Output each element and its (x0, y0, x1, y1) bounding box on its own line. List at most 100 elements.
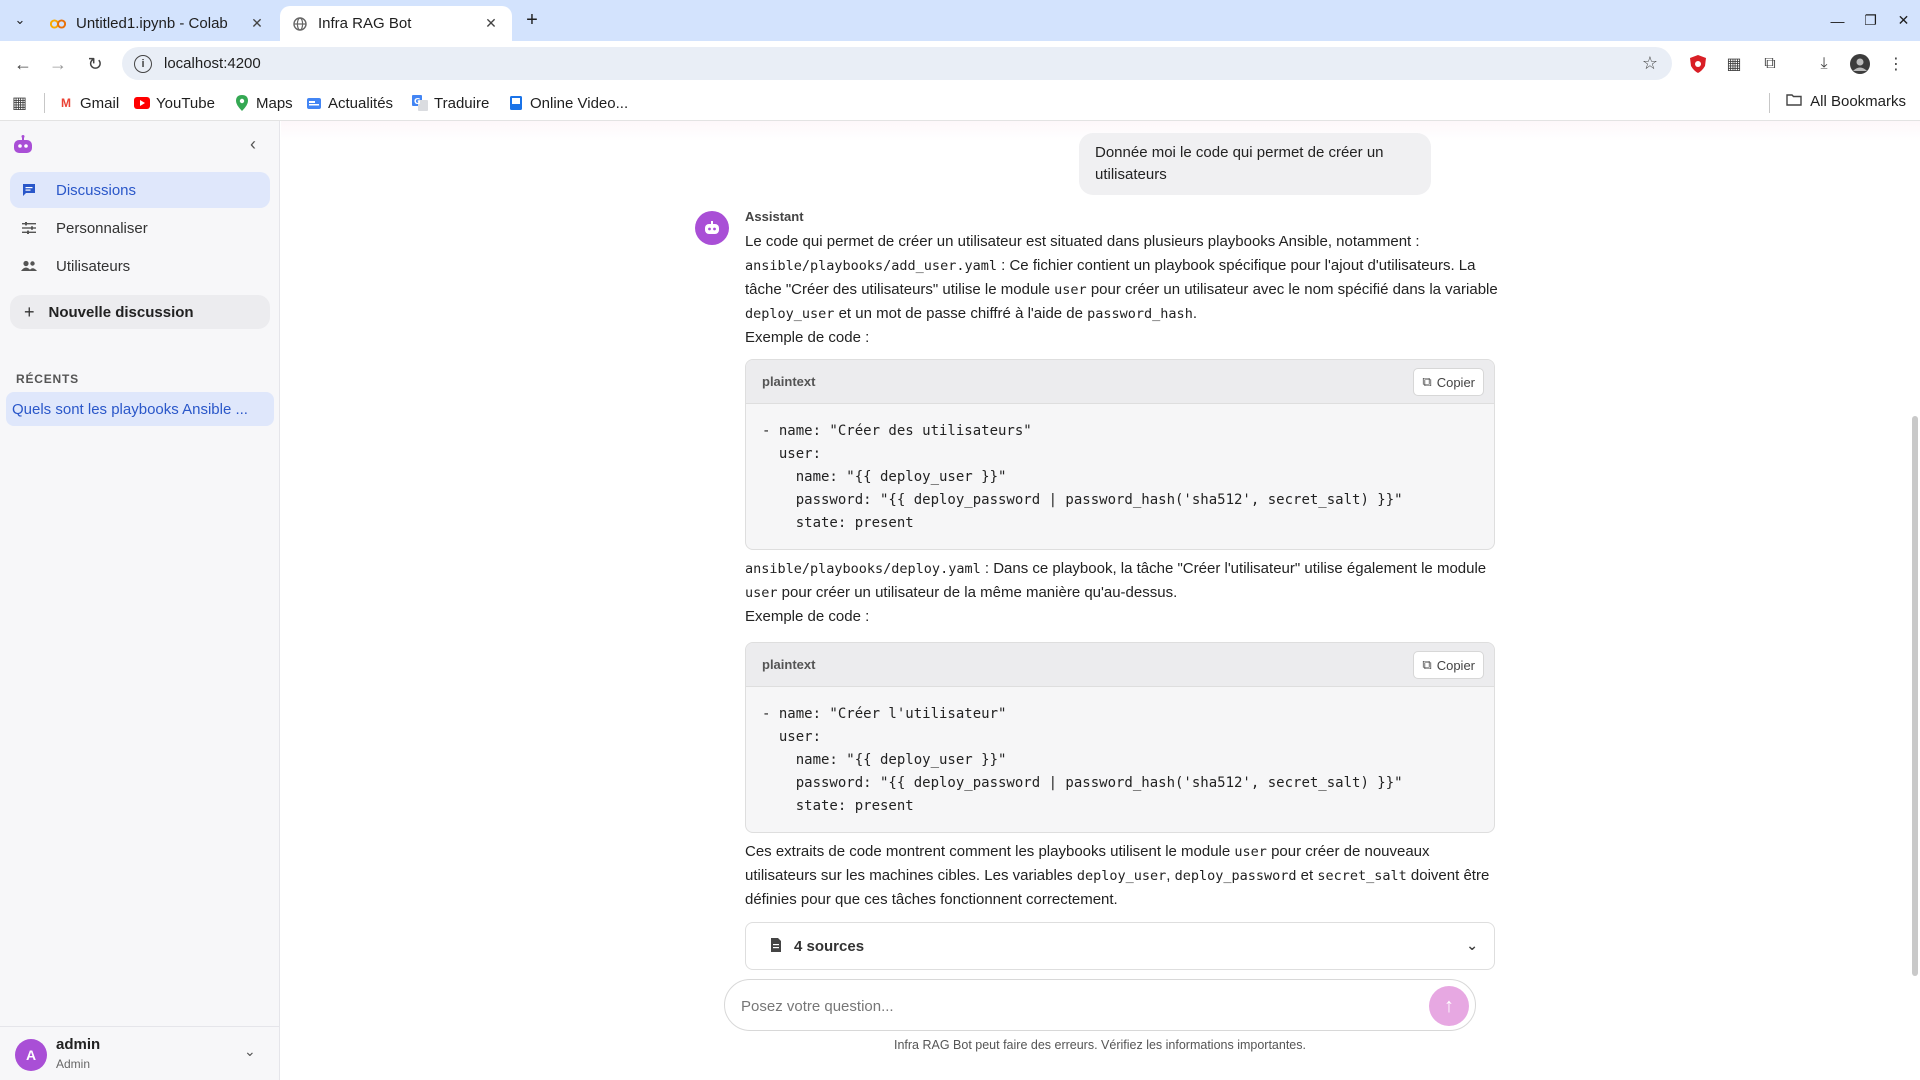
extensions-puzzle-icon[interactable]: ⧉ (1758, 52, 1782, 76)
disclaimer-text: Infra RAG Bot peut faire des erreurs. Vé… (894, 1038, 1306, 1052)
forward-arrow-icon[interactable]: → (45, 51, 71, 77)
sidebar-item-personnaliser[interactable]: Personnaliser (10, 210, 270, 246)
sources-label: 4 sources (794, 937, 865, 955)
paragraph-text: Ces extraits de code montrent comment le… (745, 843, 1490, 908)
chevron-down-icon[interactable]: ⌄ (244, 1043, 256, 1060)
address-bar[interactable]: i localhost:4200 ☆ (122, 47, 1672, 80)
assistant-label: Assistant (745, 209, 804, 224)
recent-conversation-item[interactable]: Quels sont les playbooks Ansible ... (6, 392, 274, 426)
paragraph-text: ansible/playbooks/deploy.yaml : Dans ce … (745, 560, 1487, 601)
kebab-menu-icon[interactable]: ⋮ (1884, 52, 1908, 76)
sources-toggle[interactable]: 4 sources ⌄ (745, 922, 1495, 970)
browser-tab-colab[interactable]: Untitled1.ipynb - Colab ✕ (38, 6, 278, 41)
globe-favicon-icon (292, 16, 308, 32)
colab-favicon-icon (50, 16, 66, 32)
bot-icon (705, 221, 719, 234)
profile-avatar-icon[interactable] (1848, 52, 1872, 76)
bookmark-maps[interactable]: Maps (234, 93, 293, 113)
users-icon (16, 260, 42, 272)
collapse-sidebar-chevron-icon[interactable]: ‹ (242, 133, 264, 155)
sidebar-item-discussions[interactable]: Discussions (10, 172, 270, 208)
sidebar-item-label: Utilisateurs (56, 257, 131, 275)
video-converter-icon (508, 95, 524, 111)
new-discussion-button[interactable]: + Nouvelle discussion (10, 295, 270, 329)
paragraph-text: ansible/playbooks/add_user.yaml : Ce fic… (745, 257, 1498, 322)
reload-icon[interactable]: ↻ (82, 51, 108, 77)
inline-code: user (745, 585, 778, 601)
maps-pin-icon (234, 95, 250, 111)
code-content: - name: "Créer l'utilisateur" user: name… (762, 706, 1403, 814)
site-info-icon[interactable]: i (134, 54, 152, 73)
message-composer: ↑ (724, 979, 1476, 1031)
download-icon[interactable]: ⤓ (1812, 52, 1836, 76)
code-block: plaintext ⧉ Copier - name: "Créer l'util… (745, 642, 1495, 833)
bookmark-gmail[interactable]: M Gmail (58, 93, 119, 113)
send-button[interactable]: ↑ (1429, 986, 1469, 1026)
news-icon (306, 95, 322, 111)
chat-scrollbar[interactable] (1912, 416, 1918, 976)
code-content: - name: "Créer des utilisateurs" user: n… (762, 423, 1403, 531)
inline-code: deploy_password (1174, 868, 1297, 884)
avatar: A (15, 1039, 47, 1071)
url-text: localhost:4200 (164, 55, 261, 72)
bookmark-star-icon[interactable]: ☆ (1642, 53, 1658, 74)
arrow-up-icon: ↑ (1444, 994, 1454, 1017)
browser-tabstrip: ⌄ Untitled1.ipynb - Colab ✕ Infra RAG Bo… (0, 0, 1920, 41)
close-window-icon[interactable]: ✕ (1887, 0, 1920, 41)
minimize-icon[interactable]: — (1821, 0, 1854, 41)
code-block-header: plaintext ⧉ Copier (746, 360, 1494, 404)
bot-logo-icon (12, 135, 34, 155)
code-language-label: plaintext (762, 657, 816, 672)
copy-button[interactable]: ⧉ Copier (1413, 368, 1484, 396)
copy-button[interactable]: ⧉ Copier (1413, 651, 1484, 679)
inline-code: ansible/playbooks/add_user.yaml (745, 258, 997, 274)
sidebar-item-label: Personnaliser (56, 219, 148, 237)
code-language-label: plaintext (762, 374, 816, 389)
browser-toolbar: ← → ↻ i localhost:4200 ☆ ▦ ⧉ ⤓ ⋮ (0, 41, 1920, 85)
tab-search-chevron-icon[interactable]: ⌄ (8, 8, 32, 32)
plus-icon: + (24, 301, 35, 322)
inline-code: deploy_user (745, 306, 835, 322)
sidebar-item-utilisateurs[interactable]: Utilisateurs (10, 248, 270, 284)
chat-main: Donnée moi le code qui permet de créer u… (281, 121, 1920, 1080)
bookmark-traduire[interactable]: G Traduire (412, 93, 489, 113)
close-icon[interactable]: ✕ (248, 15, 266, 33)
bookmarks-bar: ▦ M Gmail YouTube Maps Actualités G Trad… (0, 85, 1920, 121)
all-bookmarks-button[interactable]: All Bookmarks (1786, 93, 1906, 110)
restore-icon[interactable]: ❐ (1854, 0, 1887, 41)
document-icon (770, 937, 782, 955)
tab-title: Untitled1.ipynb - Colab (76, 15, 228, 32)
chat-icon (16, 183, 42, 197)
new-tab-plus-icon[interactable]: + (520, 8, 544, 32)
close-icon[interactable]: ✕ (482, 15, 500, 33)
new-discussion-label: Nouvelle discussion (48, 303, 194, 321)
divider (1769, 93, 1770, 113)
folder-icon (1786, 93, 1802, 110)
translate-icon: G (412, 95, 428, 111)
copy-icon: ⧉ (1422, 657, 1432, 672)
bookmark-actualites[interactable]: Actualités (306, 93, 393, 113)
inline-code: secret_salt (1317, 868, 1407, 884)
bookmark-online-video[interactable]: Online Video... (508, 93, 628, 113)
example-label: Exemple de code : (745, 608, 870, 625)
qr-code-icon[interactable]: ▦ (1722, 52, 1746, 76)
assistant-paragraph-2: ansible/playbooks/deploy.yaml : Dans ce … (745, 557, 1505, 629)
user-menu[interactable]: A admin Admin ⌄ (0, 1026, 280, 1080)
divider (44, 93, 45, 113)
browser-tab-infra-rag-bot[interactable]: Infra RAG Bot ✕ (280, 6, 512, 41)
ublock-shield-icon[interactable] (1686, 52, 1710, 76)
inline-code: deploy_user (1076, 868, 1167, 884)
youtube-icon (134, 95, 150, 111)
back-arrow-icon[interactable]: ← (10, 51, 36, 77)
inline-code: user (1234, 844, 1267, 860)
apps-grid-icon[interactable]: ▦ (12, 93, 27, 113)
window-controls: — ❐ ✕ (1821, 0, 1920, 41)
user-name: admin (56, 1036, 101, 1053)
svg-text:G: G (414, 97, 421, 106)
chevron-down-icon: ⌄ (1466, 937, 1478, 953)
user-role: Admin (56, 1057, 91, 1071)
question-input[interactable] (741, 994, 1381, 1018)
inline-code: ansible/playbooks/deploy.yaml (745, 561, 981, 577)
recent-section-title: RÉCENTS (16, 372, 79, 386)
bookmark-youtube[interactable]: YouTube (134, 93, 215, 113)
